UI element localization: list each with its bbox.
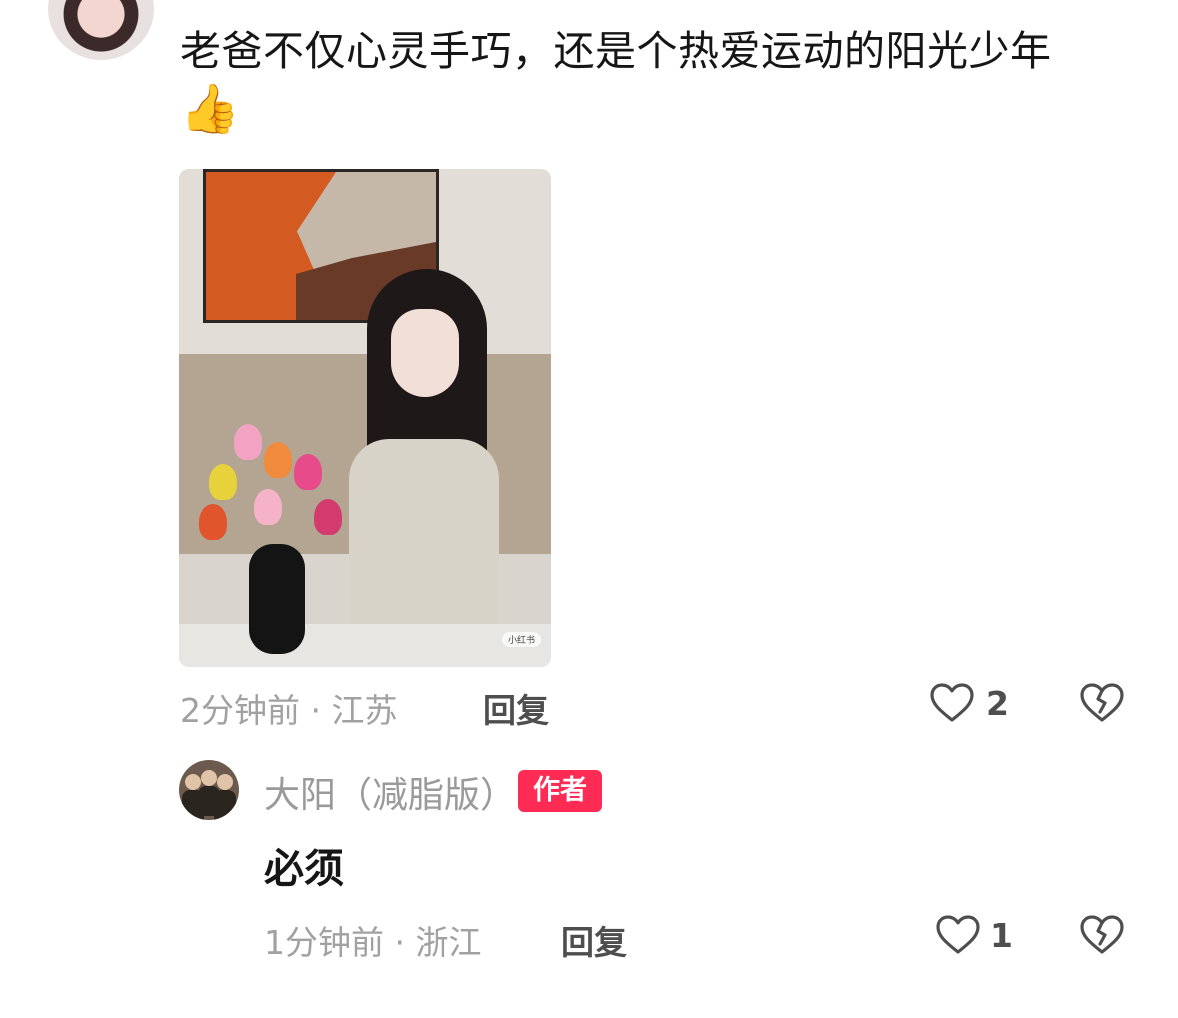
photo-body <box>349 439 499 629</box>
photo-vase <box>249 544 305 654</box>
photo-face <box>391 309 459 397</box>
meta-separator: · <box>310 691 322 730</box>
comment-body: 老爸不仅心灵手巧，还是个热爱运动的阳光少年 👍 <box>180 22 1140 140</box>
reply-like-button[interactable] <box>934 910 982 958</box>
reply-meta: 1分钟前 · 浙江 <box>264 916 482 964</box>
author-badge: 作者 <box>518 770 602 812</box>
comment-text: 老爸不仅心灵手巧，还是个热爱运动的阳光少年 <box>180 27 1052 75</box>
comment-time: 2分钟前 <box>180 691 300 730</box>
reply-dislike-button[interactable] <box>1078 910 1126 958</box>
meta-separator: · <box>394 923 406 962</box>
reply-author-name[interactable]: 大阳（减脂版） <box>264 766 516 818</box>
broken-heart-icon <box>1080 915 1124 954</box>
comment-image[interactable]: 小红书 <box>179 169 551 667</box>
photo-table <box>179 624 551 667</box>
broken-heart-icon <box>1080 683 1124 722</box>
comment-location: 江苏 <box>331 691 398 730</box>
reply-avatar[interactable] <box>179 760 239 820</box>
image-watermark: 小红书 <box>501 632 541 647</box>
photo-flowers <box>194 404 354 554</box>
comment-like-count: 2 <box>986 684 1009 723</box>
heart-icon <box>930 683 974 722</box>
comment-dislike-button[interactable] <box>1078 678 1126 726</box>
reply-reply-button[interactable]: 回复 <box>561 916 627 964</box>
reply-time: 1分钟前 <box>264 923 384 962</box>
thumbs-up-emoji: 👍 <box>180 81 241 137</box>
comment-like-button[interactable] <box>928 678 976 726</box>
heart-icon <box>936 915 980 954</box>
commenter-avatar[interactable] <box>48 0 154 60</box>
reply-text: 必须 <box>264 846 344 892</box>
reply-like-count: 1 <box>990 916 1013 955</box>
comment-reply-button[interactable]: 回复 <box>483 684 549 732</box>
reply-location: 浙江 <box>415 923 482 962</box>
comment-meta: 2分钟前 · 江苏 <box>180 684 398 732</box>
